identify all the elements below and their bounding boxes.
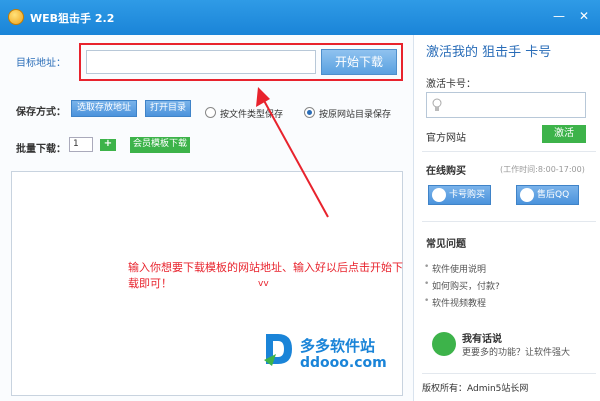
watermark-name-en: ddooo.com <box>300 355 387 371</box>
divider <box>422 221 596 222</box>
faq-item[interactable]: 软件使用说明 <box>424 262 486 275</box>
buy-card-button[interactable]: 卡号购买 <box>428 185 491 205</box>
watermark-name-cn: 多多软件站 <box>300 337 376 355</box>
main-panel: 目标地址： 开始下载 保存方式： 选取存放地址 打开目录 按文件类型保存 按原网… <box>0 35 413 401</box>
qq-group-label: 售后QQ群 <box>537 190 570 218</box>
feedback-subtitle: 更要多的功能？让软件强大 <box>462 348 571 358</box>
faq-title: 常见问题 <box>426 239 466 250</box>
official-site-link[interactable]: 官方网站 <box>426 129 466 144</box>
qq-group-button[interactable]: 售后QQ群 <box>516 185 579 218</box>
app-logo-icon <box>8 9 24 25</box>
buy-card-label: 卡号购买 <box>449 190 486 200</box>
watermark-logo-icon <box>264 334 292 366</box>
work-hours: (工作时间:8:00-17:00) <box>500 165 585 174</box>
card-input[interactable] <box>426 92 586 118</box>
window-title: WEB狙击手 2.2 <box>30 12 115 25</box>
purchase-title: 在线购买 <box>426 166 466 177</box>
divider <box>422 373 596 374</box>
activate-button[interactable]: 激活 <box>542 125 586 143</box>
minimize-button[interactable]: — <box>550 8 568 24</box>
card-label: 激活卡号： <box>426 79 476 90</box>
chat-bubble-icon[interactable] <box>432 332 456 356</box>
instruction-signature: vv <box>258 279 269 289</box>
close-button[interactable]: ✕ <box>575 8 593 24</box>
qq-penguin-icon <box>520 188 534 202</box>
divider <box>422 151 596 152</box>
faq-item[interactable]: 如何购买，付款? <box>424 279 500 292</box>
side-panel: 激活我的 狙击手 卡号 激活卡号： 官方网站 激活 在线购买 (工作时间:8:0… <box>413 35 600 401</box>
qq-penguin-icon <box>432 188 446 202</box>
bulb-icon <box>432 98 442 111</box>
copyright-text: 版权所有：Admin5站长网 <box>422 384 529 394</box>
feedback-title[interactable]: 我有话说 <box>462 330 502 345</box>
faq-item[interactable]: 软件视频教程 <box>424 296 486 309</box>
title-bar: WEB狙击手 2.2 — ✕ <box>0 0 600 35</box>
activation-title: 激活我的 狙击手 卡号 <box>426 45 552 60</box>
